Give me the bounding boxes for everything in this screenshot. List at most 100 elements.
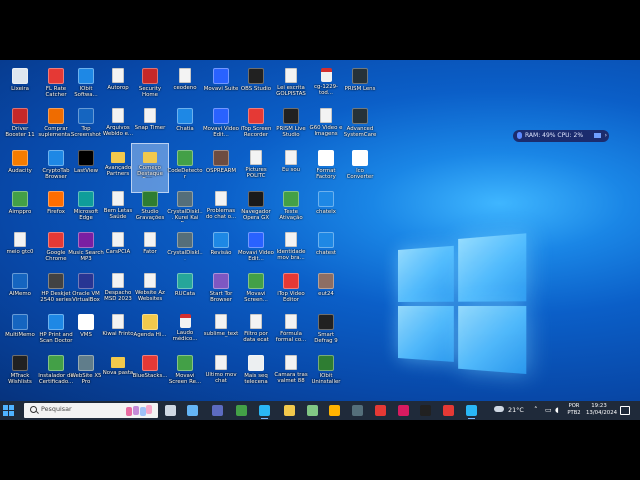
desktop-icon-label: Aimppro	[8, 209, 32, 215]
app-icon	[12, 150, 28, 166]
app-icon	[48, 108, 64, 124]
volume-icon[interactable]: ◖	[555, 407, 559, 414]
pdf-icon	[179, 314, 191, 328]
performance-overlay[interactable]: RAM: 49% CPU: 2% ›	[513, 130, 609, 142]
app-icon	[318, 191, 334, 207]
desktop-icon[interactable]: Top Screenshot	[68, 102, 104, 150]
desktop-icon-label: WebSite X5 Pro	[70, 373, 102, 386]
app-icon	[48, 273, 64, 289]
arrow-icon[interactable]: ›	[605, 130, 607, 142]
edge-icon[interactable]	[259, 405, 270, 419]
app-icon	[142, 355, 158, 371]
file-icon	[179, 68, 191, 83]
app-icon	[78, 355, 94, 371]
desktop-icon-label: Ultimo mov chat	[205, 372, 237, 385]
app-icon	[142, 68, 158, 84]
media-icon[interactable]	[375, 405, 386, 416]
desktop-icon[interactable]: MTrack Wishlists	[2, 349, 38, 397]
desktop-icon-label: Bem Letas Saúde	[103, 208, 133, 221]
desktop-icon[interactable]: Movavi Screen Re...	[167, 349, 203, 397]
desktop-icon-label: PRISM Live Studio	[276, 126, 306, 139]
store-icon[interactable]	[329, 405, 340, 416]
app-icon	[283, 273, 299, 289]
app-icon	[248, 232, 264, 248]
file-icon	[285, 150, 297, 165]
app-icon	[248, 273, 264, 289]
file-icon	[250, 150, 262, 165]
desktop-icon[interactable]: PRISM Live Studio	[273, 102, 309, 150]
desktop-icon[interactable]: Arquivos Webldo e...	[100, 102, 136, 150]
desktop-icon-label: eut24	[318, 291, 334, 297]
notification-icon[interactable]	[620, 406, 630, 415]
obs-icon[interactable]	[443, 405, 454, 416]
app-icon	[283, 191, 299, 207]
network-icon[interactable]: ▭	[545, 407, 552, 414]
task-view-icon[interactable]	[165, 405, 176, 416]
start-button[interactable]	[3, 405, 14, 416]
photos-icon[interactable]	[307, 405, 318, 416]
app-icon	[318, 314, 334, 330]
chrome-icon[interactable]	[466, 405, 477, 419]
desktop-icon-label: Microsoft Edge	[73, 209, 99, 222]
app-icon	[78, 191, 94, 207]
desktop-icon-label: Movavi Screen...	[244, 291, 268, 304]
desktop-icon-label: Lixeira	[11, 86, 29, 92]
desktop-icon[interactable]: Nova pasta	[100, 349, 136, 397]
desktop-icon-label: Navegador Opera GX	[241, 209, 271, 222]
desktop-icon-label: Filtro por data ecat	[243, 331, 269, 344]
opera-icon[interactable]	[398, 405, 409, 416]
desktop-icon-label: Snap Timer	[134, 125, 166, 131]
chevron-up-icon[interactable]: ˄	[534, 407, 538, 414]
file-icon	[112, 108, 124, 123]
desktop-icon[interactable]: Chatia	[167, 102, 203, 150]
desktop-icon-label: Despacho MSD 2023	[104, 290, 132, 303]
desktop-icon-label: CodeDetector	[167, 168, 203, 181]
desktop-icon[interactable]: Ico Converter	[342, 144, 378, 192]
desktop-icon[interactable]: Advanced SystemCare	[342, 102, 378, 150]
cloud-icon	[494, 406, 504, 412]
desktop-icon-label: Driver Booster 11	[5, 126, 35, 139]
desktop-icon-label: iTop Screen Recorder	[240, 126, 272, 139]
desktop-icon[interactable]: Camara tras valmet 88	[273, 349, 309, 397]
time: 19:23	[591, 403, 607, 409]
file-icon	[14, 232, 26, 247]
desktop-icon-label: Security Home	[138, 86, 162, 99]
clock[interactable]: 19:23 13/04/2024	[586, 403, 617, 417]
desktop-icon-label: meio gtc0	[6, 249, 34, 255]
desktop[interactable]: Lixeira FL Rate Catcher IObit Softwa... Aut…	[0, 60, 640, 401]
language-indicator[interactable]: POR PTB2	[565, 403, 583, 417]
app-icon	[12, 273, 28, 289]
desktop-icon[interactable]: iTop Screen Recorder	[238, 102, 274, 150]
desktop-icon-label: sublime_text	[203, 331, 239, 337]
desktop-icon[interactable]: Ultimo mov chat	[203, 349, 239, 397]
app-icon	[213, 150, 229, 166]
clock-app-icon[interactable]	[236, 405, 247, 416]
app-icon	[318, 150, 334, 166]
desktop-icon[interactable]: BlueStacks...	[132, 349, 168, 397]
desktop-icon[interactable]: Mais seq telecena	[238, 349, 274, 397]
desktop-icon[interactable]: Movavi Video Edit...	[203, 102, 239, 150]
search-icon	[30, 406, 37, 413]
search-box[interactable]: Pesquisar	[24, 403, 158, 418]
desktop-icon-label: Kiwai Frinto	[102, 331, 134, 337]
desktop-icon-label: chatest	[315, 250, 337, 256]
letterbox-top	[0, 0, 640, 60]
desktop-icon-label: OSPREARM	[205, 168, 237, 174]
desktop-icon[interactable]: Driver Booster 11	[2, 102, 38, 150]
desktop-icon[interactable]: G60 Video e Imagens	[308, 102, 344, 150]
desktop-icon[interactable]: IObit Uninstaller	[308, 349, 344, 397]
file-icon	[250, 314, 262, 329]
app-icon	[78, 273, 94, 289]
calendar-icon[interactable]	[352, 405, 363, 416]
folder-icon[interactable]	[284, 405, 295, 416]
file-icon	[144, 232, 156, 247]
folder-icon	[143, 152, 157, 163]
desktop-icon-label: Smart Defrag 9	[314, 332, 338, 345]
desktop-icon[interactable]: WebSite X5 Pro	[68, 349, 104, 397]
chat-icon[interactable]	[212, 405, 223, 416]
desktop-icon[interactable]: Snap Timer	[132, 102, 168, 150]
tiktok-icon[interactable]	[420, 405, 431, 416]
file-explorer-icon[interactable]	[187, 405, 198, 416]
desktop-icon-label: Eu sou	[281, 167, 301, 173]
file-icon	[285, 68, 297, 83]
